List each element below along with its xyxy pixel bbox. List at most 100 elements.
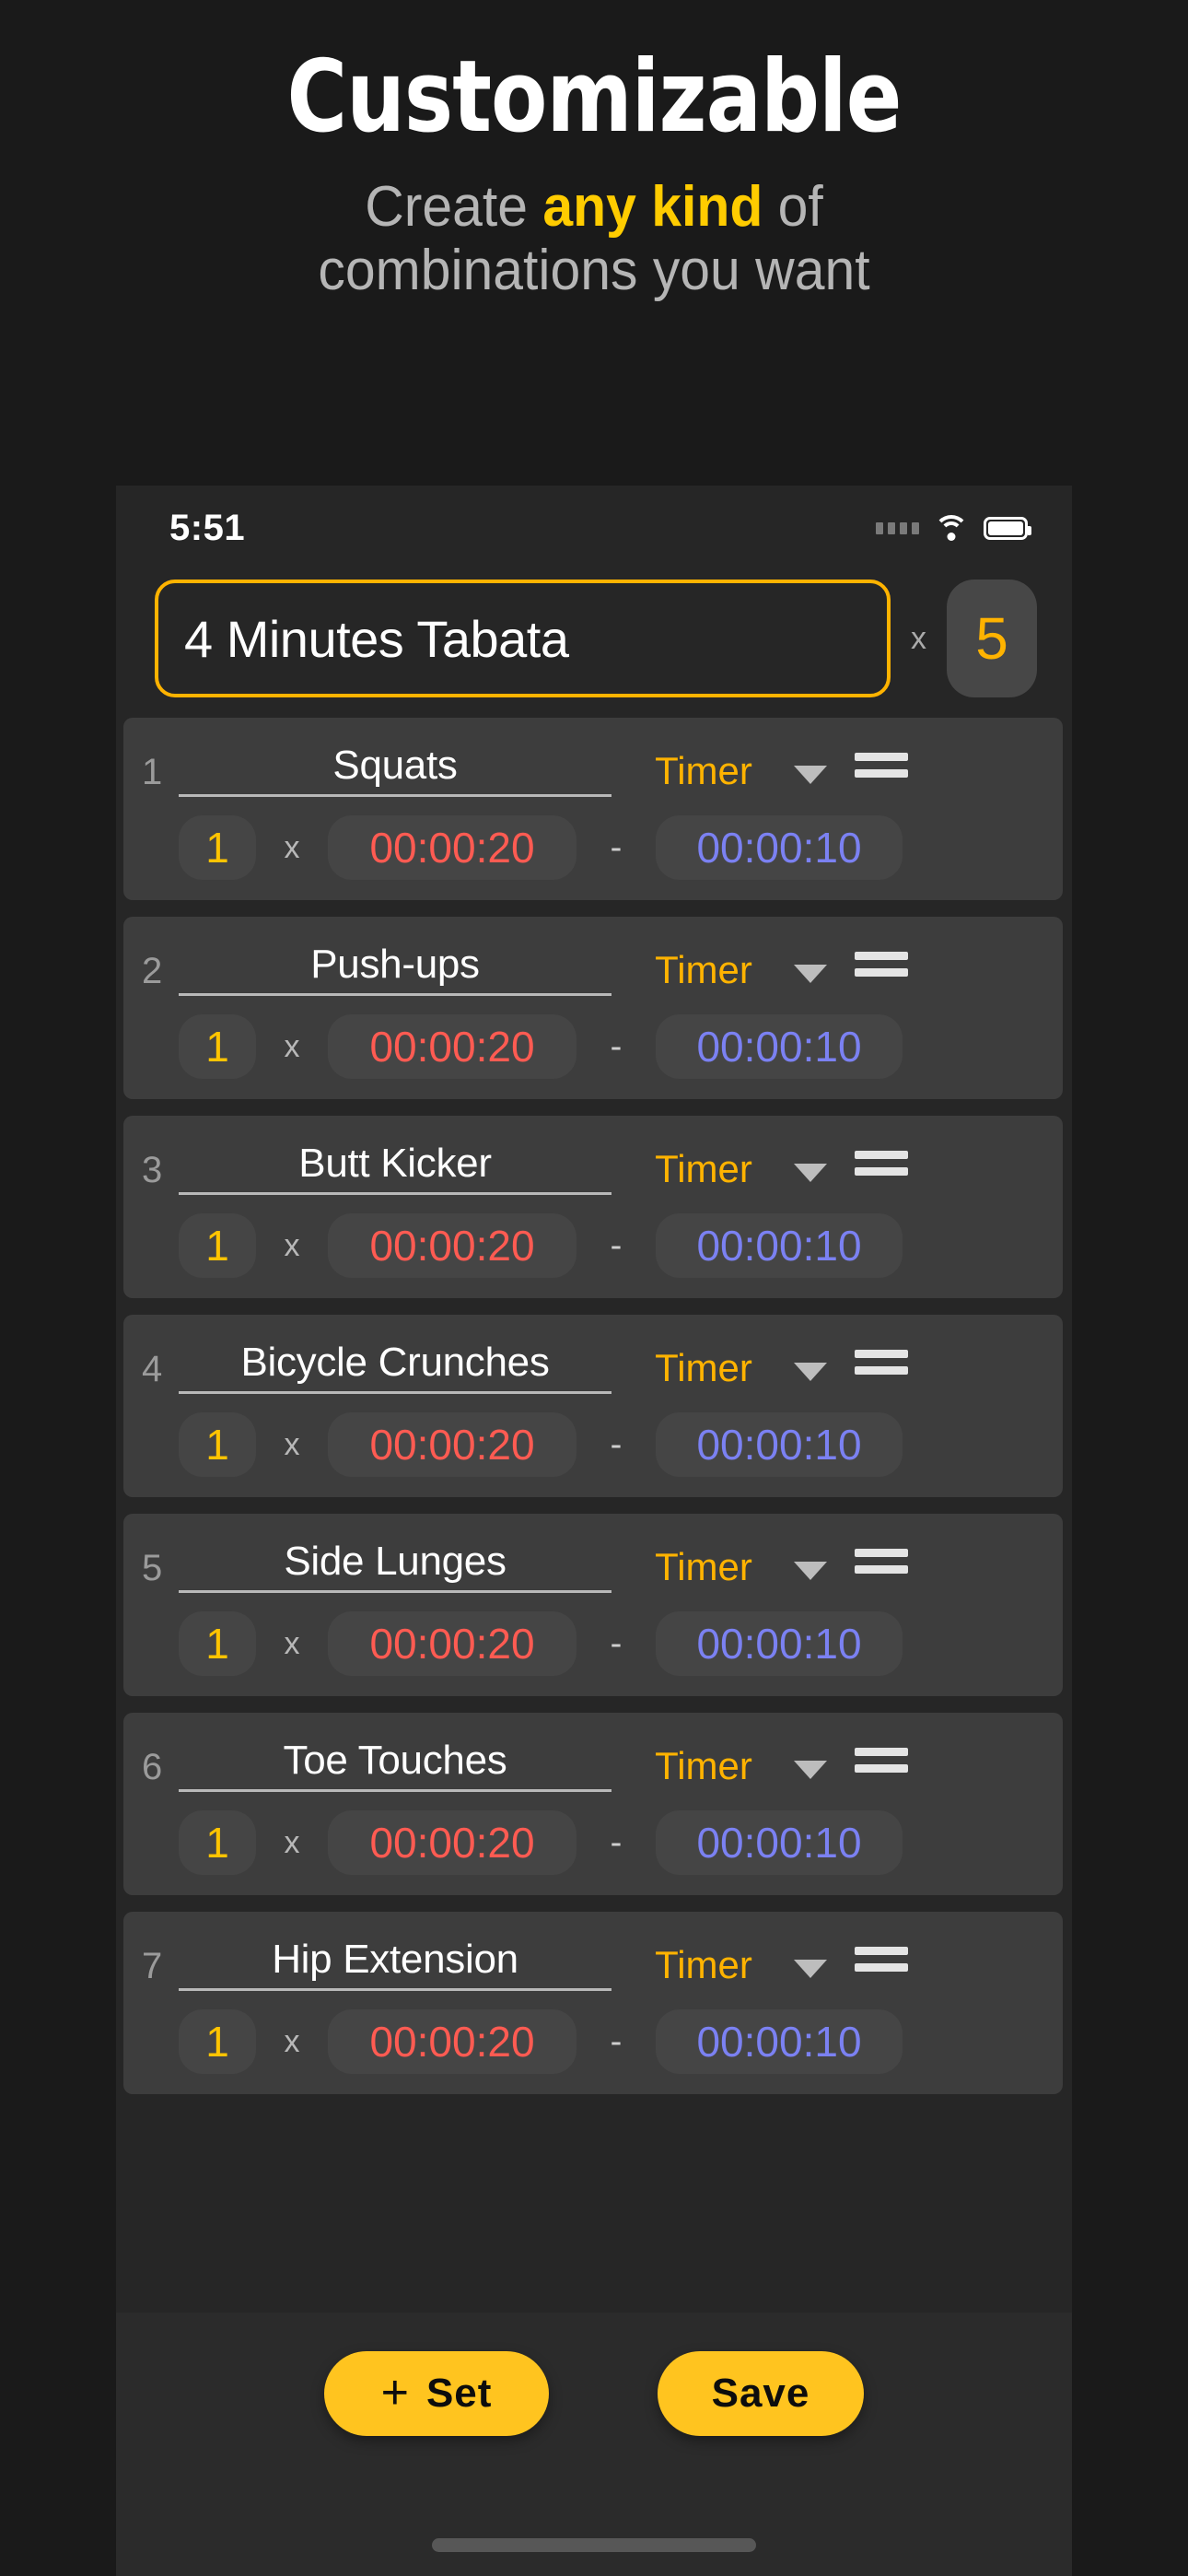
exercise-name: Hip Extension [272, 1937, 518, 1982]
exercise-type-select[interactable]: Timer [621, 1346, 786, 1394]
chevron-down-icon[interactable] [794, 1164, 827, 1182]
exercise-work-duration[interactable]: 00:00:20 [328, 1014, 577, 1079]
chevron-down-icon[interactable] [794, 1363, 827, 1381]
drag-handle-icon[interactable] [855, 1151, 908, 1195]
duration-range-symbol: - [610, 1822, 623, 1862]
exercise-name-field[interactable]: Side Lunges [179, 1539, 611, 1593]
exercise-index: 3 [142, 1150, 163, 1190]
exercise-row[interactable]: 3 Butt Kicker Timer 1 x 00:00:20-00:00:10 [123, 1116, 1063, 1298]
exercise-type-select[interactable]: Timer [621, 1545, 786, 1593]
workout-header-row: 4 Minutes Tabata x 5 [116, 570, 1072, 697]
add-set-label: Set [425, 2371, 493, 2416]
status-indicators [876, 515, 1031, 541]
reps-multiply-symbol: x [284, 1028, 300, 1064]
reps-multiply-symbol: x [284, 1426, 300, 1462]
hero-sub-post: of [763, 175, 823, 239]
rounds-stepper[interactable]: 5 [947, 580, 1037, 697]
exercise-rest-duration[interactable]: 00:00:10 [656, 1611, 903, 1676]
exercise-name-field[interactable]: Push-ups [179, 942, 611, 996]
exercise-row-top: 3 Butt Kicker Timer [123, 1129, 1063, 1195]
reps-multiply-symbol: x [284, 1625, 300, 1661]
exercise-name: Bicycle Crunches [240, 1340, 550, 1385]
exercise-type-select[interactable]: Timer [621, 948, 786, 996]
exercise-name: Side Lunges [284, 1539, 507, 1584]
exercise-list[interactable]: 1 Squats Timer 1 x 00:00:20-00:00:10 2 Push-ups… [116, 718, 1072, 2127]
exercise-reps[interactable]: 1 [179, 1412, 256, 1477]
exercise-row-top: 7 Hip Extension Timer [123, 1925, 1063, 1991]
exercise-row[interactable]: 7 Hip Extension Timer 1 x 00:00:20-00:00:10 [123, 1912, 1063, 2094]
exercise-row[interactable]: 5 Side Lunges Timer 1 x 00:00:20-00:00:10 [123, 1514, 1063, 1696]
exercise-row-top: 1 Squats Timer [123, 731, 1063, 797]
exercise-rest-duration[interactable]: 00:00:10 [656, 2009, 903, 2074]
hero-subtitle: Create any kind of combinations you want [29, 175, 1159, 303]
exercise-reps[interactable]: 1 [179, 1213, 256, 1278]
chevron-down-icon[interactable] [794, 1960, 827, 1978]
chevron-down-icon[interactable] [794, 766, 827, 784]
exercise-rest-duration[interactable]: 00:00:10 [656, 1412, 903, 1477]
exercise-reps[interactable]: 1 [179, 1810, 256, 1875]
add-set-button[interactable]: + Set [324, 2351, 549, 2436]
wifi-icon [934, 515, 969, 541]
exercise-row[interactable]: 6 Toe Touches Timer 1 x 00:00:20-00:00:10 [123, 1713, 1063, 1895]
exercise-work-duration[interactable]: 00:00:20 [328, 815, 577, 880]
exercise-rest-duration[interactable]: 00:00:10 [656, 1014, 903, 1079]
exercise-type-select[interactable]: Timer [621, 1744, 786, 1792]
drag-handle-icon[interactable] [855, 1549, 908, 1593]
exercise-work-duration[interactable]: 00:00:20 [328, 1412, 577, 1477]
exercise-rest-duration[interactable]: 00:00:10 [656, 1213, 903, 1278]
exercise-index: 4 [142, 1349, 163, 1389]
exercise-work-duration[interactable]: 00:00:20 [328, 2009, 577, 2074]
status-bar: 5:51 [116, 486, 1072, 570]
exercise-type-select[interactable]: Timer [621, 1943, 786, 1991]
chevron-down-icon[interactable] [794, 1562, 827, 1580]
exercise-reps[interactable]: 1 [179, 1611, 256, 1676]
exercise-row[interactable]: 1 Squats Timer 1 x 00:00:20-00:00:10 [123, 718, 1063, 900]
reps-multiply-symbol: x [284, 829, 300, 865]
exercise-index: 1 [142, 752, 163, 792]
exercise-type-select[interactable]: Timer [621, 749, 786, 797]
exercise-rest-duration[interactable]: 00:00:10 [656, 1810, 903, 1875]
save-button[interactable]: Save [658, 2351, 864, 2436]
drag-handle-icon[interactable] [855, 1350, 908, 1394]
exercise-name-field[interactable]: Bicycle Crunches [179, 1340, 611, 1394]
exercise-name-field[interactable]: Hip Extension [179, 1937, 611, 1991]
exercise-row-top: 2 Push-ups Timer [123, 930, 1063, 996]
exercise-type-select[interactable]: Timer [621, 1147, 786, 1195]
exercise-name-field[interactable]: Toe Touches [179, 1738, 611, 1792]
exercise-row-top: 4 Bicycle Crunches Timer [123, 1328, 1063, 1394]
duration-range-symbol: - [610, 1623, 623, 1663]
exercise-work-duration[interactable]: 00:00:20 [328, 1810, 577, 1875]
exercise-row-top: 6 Toe Touches Timer [123, 1726, 1063, 1792]
drag-handle-icon[interactable] [855, 1947, 908, 1991]
exercise-index: 5 [142, 1548, 163, 1588]
drag-handle-icon[interactable] [855, 952, 908, 996]
save-label: Save [711, 2371, 810, 2416]
hero-sub-pre: Create [365, 175, 543, 239]
exercise-reps[interactable]: 1 [179, 1014, 256, 1079]
duration-range-symbol: - [610, 1225, 623, 1265]
exercise-row[interactable]: 2 Push-ups Timer 1 x 00:00:20-00:00:10 [123, 917, 1063, 1099]
chevron-down-icon[interactable] [794, 1761, 827, 1779]
home-indicator [432, 2538, 756, 2552]
exercise-index: 6 [142, 1747, 163, 1787]
drag-handle-icon[interactable] [855, 1748, 908, 1792]
chevron-down-icon[interactable] [794, 965, 827, 983]
exercise-rest-duration[interactable]: 00:00:10 [656, 815, 903, 880]
exercise-work-duration[interactable]: 00:00:20 [328, 1611, 577, 1676]
exercise-name-field[interactable]: Butt Kicker [179, 1141, 611, 1195]
exercise-row[interactable]: 4 Bicycle Crunches Timer 1 x 00:00:20-00:00:1… [123, 1315, 1063, 1497]
reps-multiply-symbol: x [284, 1824, 300, 1860]
drag-handle-icon[interactable] [855, 753, 908, 797]
hero-section: Customizable Create any kind of combinat… [0, 0, 1188, 303]
exercise-row-values: 1 x 00:00:20-00:00:10 [123, 996, 1063, 1079]
exercise-work-duration[interactable]: 00:00:20 [328, 1213, 577, 1278]
battery-full-icon [984, 516, 1031, 540]
bottom-action-bar: + Set Save [116, 2313, 1072, 2576]
exercise-reps[interactable]: 1 [179, 815, 256, 880]
rounds-multiply-symbol: x [911, 620, 926, 656]
exercise-name-field[interactable]: Squats [179, 743, 611, 797]
exercise-reps[interactable]: 1 [179, 2009, 256, 2074]
screenshot-root: Customizable Create any kind of combinat… [0, 0, 1188, 2576]
page-title: Customizable [286, 40, 903, 155]
workout-name-input[interactable]: 4 Minutes Tabata [155, 580, 891, 697]
